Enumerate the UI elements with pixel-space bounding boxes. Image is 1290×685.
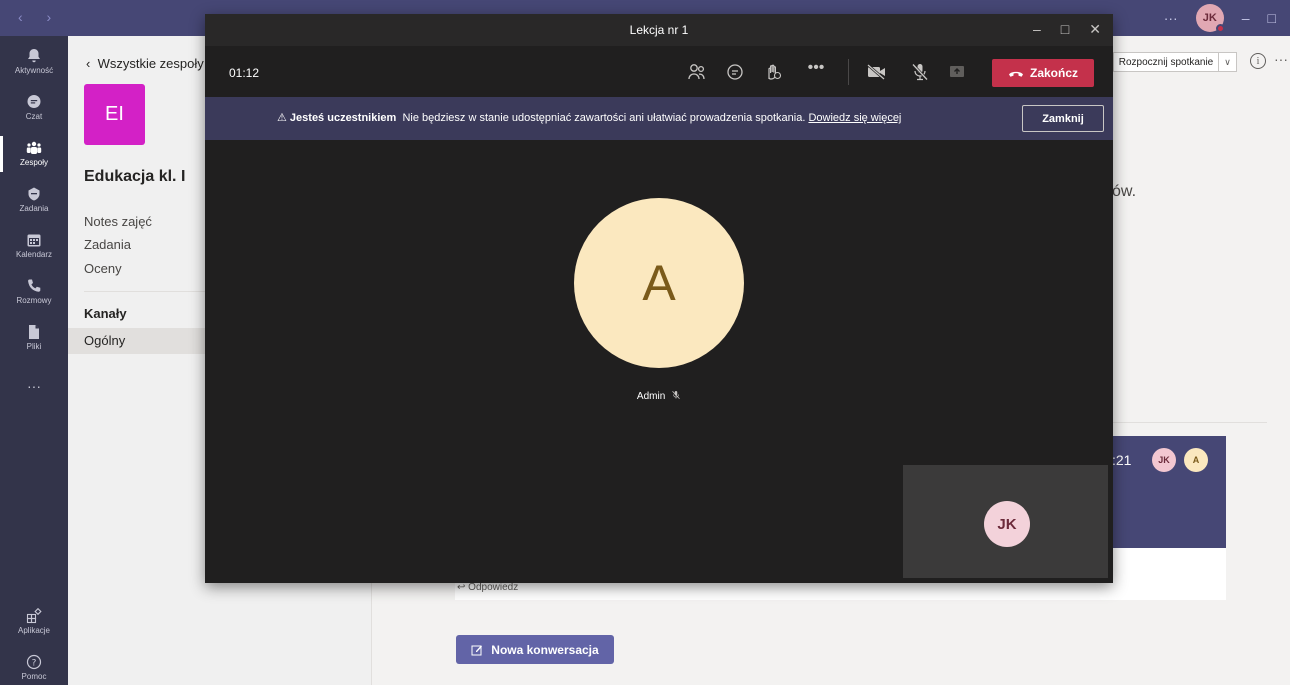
participants-icon[interactable] bbox=[686, 62, 708, 82]
channel-label: Ogólny bbox=[84, 333, 126, 348]
reply-icon: ↩ bbox=[457, 582, 469, 593]
participant-avatar: A bbox=[574, 198, 744, 368]
hang-up-icon bbox=[1008, 71, 1023, 77]
notice-text: ⚠ Jesteś uczestnikiem Nie będziesz w sta… bbox=[277, 111, 901, 124]
team-name: Edukacja kl. I bbox=[84, 168, 186, 185]
rail-label: Kalendarz bbox=[15, 250, 53, 259]
rail-label: Pliki bbox=[26, 342, 42, 351]
close-icon[interactable]: ✕ bbox=[1089, 21, 1101, 38]
mic-off-icon[interactable] bbox=[909, 62, 931, 82]
participant-name: Admin bbox=[205, 390, 1113, 402]
rail-label: Czat bbox=[25, 112, 43, 121]
meeting-title-bar: Lekcja nr 1 – □ ✕ bbox=[205, 14, 1113, 46]
mic-off-icon bbox=[672, 390, 680, 400]
self-avatar: JK bbox=[984, 501, 1030, 547]
team-link-notes[interactable]: Notes zajęć bbox=[84, 214, 152, 229]
rail-label: Zespoły bbox=[19, 158, 48, 167]
rail-label: Zadania bbox=[19, 204, 49, 213]
back-to-all-teams-link[interactable]: ‹ Wszystkie zespoły bbox=[86, 56, 204, 71]
rail-item-help[interactable]: ? Pomoc bbox=[0, 654, 68, 681]
rail-item-files[interactable]: Pliki bbox=[0, 324, 68, 351]
raise-hand-icon[interactable] bbox=[762, 62, 784, 82]
more-options-icon[interactable]: ··· bbox=[1164, 10, 1178, 26]
new-conversation-button[interactable]: Nowa konwersacja bbox=[456, 635, 614, 664]
rail-item-activity[interactable]: Aktywność bbox=[0, 48, 68, 75]
help-icon: ? bbox=[26, 654, 42, 670]
teams-icon bbox=[26, 141, 42, 154]
meeting-toolbar: 01:12 ••• Zakończ bbox=[205, 46, 1113, 97]
avatar: A bbox=[1184, 448, 1208, 472]
nav-arrows[interactable]: ‹ › bbox=[18, 9, 61, 25]
rail-item-chat[interactable]: Czat bbox=[0, 94, 68, 121]
rail-label: Aplikacje bbox=[17, 626, 50, 635]
compose-icon bbox=[471, 645, 483, 655]
team-avatar: EI bbox=[84, 84, 145, 145]
rail-item-teams[interactable]: Zespoły bbox=[0, 136, 68, 172]
app-rail: Aktywność Czat Zespoły Zadania Kalendarz… bbox=[0, 36, 68, 685]
user-initials: JK bbox=[1202, 12, 1217, 24]
meeting-timer: 01:12 bbox=[229, 66, 260, 80]
channels-header: Kanały bbox=[84, 306, 127, 321]
rail-label: Pomoc bbox=[21, 672, 47, 681]
camera-off-icon[interactable] bbox=[866, 62, 888, 82]
back-link-label: Wszystkie zespoły bbox=[97, 56, 204, 71]
dismiss-banner-button[interactable]: Zamknij bbox=[1022, 105, 1104, 132]
avatar: JK bbox=[1152, 448, 1176, 472]
end-call-label: Zakończ bbox=[1029, 66, 1078, 80]
meeting-card-time: :21 bbox=[1112, 452, 1132, 468]
end-call-button[interactable]: Zakończ bbox=[992, 59, 1094, 87]
apps-icon bbox=[26, 608, 42, 624]
learn-more-link[interactable]: Dowiedz się więcej bbox=[808, 112, 901, 124]
meeting-window: Lekcja nr 1 – □ ✕ 01:12 ••• Zakończ ⚠ Je… bbox=[205, 14, 1113, 583]
file-icon bbox=[29, 325, 39, 339]
team-link-assignments[interactable]: Zadania bbox=[84, 237, 131, 252]
bell-icon bbox=[28, 49, 40, 63]
chat-icon[interactable] bbox=[724, 62, 746, 82]
meeting-card[interactable]: :21 JK A bbox=[1112, 436, 1226, 548]
warning-icon: ⚠ bbox=[277, 112, 290, 124]
start-meeting-button[interactable]: Rozpocznij spotkanie bbox=[1113, 52, 1219, 72]
assignments-icon bbox=[28, 187, 40, 201]
share-screen-icon[interactable] bbox=[946, 62, 968, 82]
notice-bold: Jesteś uczestnikiem bbox=[289, 112, 397, 124]
divider bbox=[1112, 422, 1267, 423]
maximize-icon[interactable]: □ bbox=[1061, 21, 1069, 38]
svg-text:?: ? bbox=[32, 658, 37, 668]
notice-body: Nie będziesz w stanie udostępniać zawart… bbox=[402, 112, 806, 124]
toolbar-divider bbox=[848, 59, 849, 85]
rail-item-calls[interactable]: Rozmowy bbox=[0, 278, 68, 305]
chevron-down-icon[interactable]: ∨ bbox=[1219, 52, 1237, 72]
more-options-icon[interactable]: ··· bbox=[1274, 51, 1288, 67]
participant-name-label: Admin bbox=[636, 391, 666, 402]
post-text-fragment: ów. bbox=[1112, 183, 1137, 200]
calendar-icon bbox=[27, 234, 41, 247]
minimize-app-icon[interactable]: – bbox=[1242, 10, 1250, 26]
attendee-notice-banner: ⚠ Jesteś uczestnikiem Nie będziesz w sta… bbox=[205, 97, 1113, 140]
rail-item-assignments[interactable]: Zadania bbox=[0, 186, 68, 213]
rail-label: Rozmowy bbox=[16, 296, 52, 305]
chevron-left-icon: ‹ bbox=[86, 56, 98, 71]
new-conversation-label: Nowa konwersacja bbox=[491, 642, 599, 657]
rail-item-calendar[interactable]: Kalendarz bbox=[0, 232, 68, 259]
rail-item-apps[interactable]: Aplikacje bbox=[0, 608, 68, 635]
reply-label: Odpowiedz bbox=[468, 582, 519, 593]
more-actions-icon[interactable]: ••• bbox=[805, 58, 827, 78]
status-dot bbox=[1215, 24, 1225, 33]
rail-label: Aktywność bbox=[14, 66, 54, 75]
minimize-icon[interactable]: – bbox=[1033, 21, 1041, 38]
team-link-grades[interactable]: Oceny bbox=[84, 261, 122, 276]
rail-more-apps[interactable]: ··· bbox=[0, 378, 68, 394]
chat-icon bbox=[27, 95, 41, 108]
maximize-app-icon[interactable]: □ bbox=[1268, 10, 1276, 26]
user-avatar[interactable]: JK bbox=[1195, 4, 1225, 33]
reply-link[interactable]: ↩ Odpowiedz bbox=[457, 582, 518, 593]
phone-icon bbox=[28, 279, 41, 292]
meeting-title: Lekcja nr 1 bbox=[629, 23, 689, 37]
info-icon[interactable]: i bbox=[1250, 53, 1266, 69]
self-video-tile[interactable]: JK bbox=[903, 465, 1108, 578]
